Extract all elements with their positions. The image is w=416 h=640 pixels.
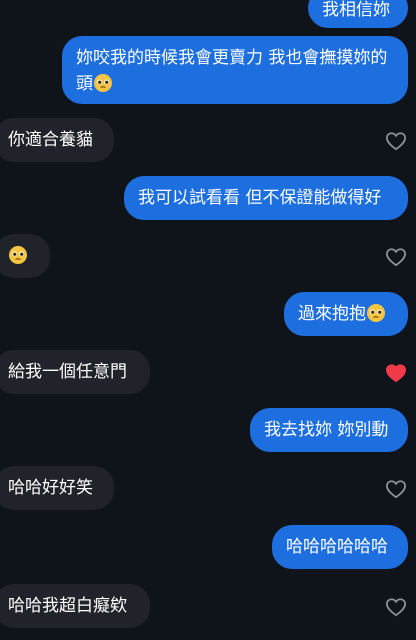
heart-icon[interactable] (385, 479, 407, 499)
heart-icon[interactable] (385, 131, 407, 151)
message-text: 給我一個任意門 (8, 362, 127, 382)
heart-icon[interactable] (385, 247, 407, 267)
pleading-face-icon (366, 303, 386, 323)
message-bubble-outgoing[interactable]: 我相信妳 (308, 0, 408, 28)
message-bubble-outgoing[interactable]: 哈哈哈哈哈哈 (272, 525, 408, 569)
pleading-face-icon (8, 245, 28, 265)
heart-icon[interactable] (385, 597, 407, 617)
message-text: 哈哈我超白癡欸 (8, 596, 127, 616)
message-bubble-incoming[interactable]: 你適合養貓 (0, 118, 114, 162)
message-bubble-outgoing[interactable]: 我可以試看看 但不保證能做得好 (124, 176, 408, 220)
message-bubble-outgoing[interactable]: 妳咬我的時候我會更賣力 我也會撫摸妳的頭 (62, 36, 408, 104)
message-text: 我去找妳 妳別動 (264, 420, 389, 440)
message-bubble-incoming[interactable]: 哈哈我超白癡欸 (0, 584, 150, 628)
pleading-face-icon (93, 73, 113, 93)
message-text: 哈哈好好笑 (8, 478, 93, 498)
heart-icon-liked[interactable] (385, 363, 407, 383)
message-text: 我可以試看看 但不保證能做得好 (138, 188, 382, 208)
message-text: 你適合養貓 (8, 130, 93, 150)
message-text: 妳咬我的時候我會更賣力 我也會撫摸妳的頭 (76, 48, 388, 94)
message-bubble-incoming[interactable]: 哈哈好好笑 (0, 466, 114, 510)
message-bubble-outgoing[interactable]: 過來抱抱 (284, 292, 408, 336)
message-bubble-incoming[interactable]: 給我一個任意門 (0, 350, 150, 394)
message-text: 我相信妳 (322, 0, 390, 20)
message-text: 過來抱抱 (298, 304, 366, 324)
message-bubble-incoming[interactable] (0, 234, 50, 278)
message-bubble-outgoing[interactable]: 我去找妳 妳別動 (250, 408, 408, 452)
message-text: 哈哈哈哈哈哈 (286, 537, 388, 557)
